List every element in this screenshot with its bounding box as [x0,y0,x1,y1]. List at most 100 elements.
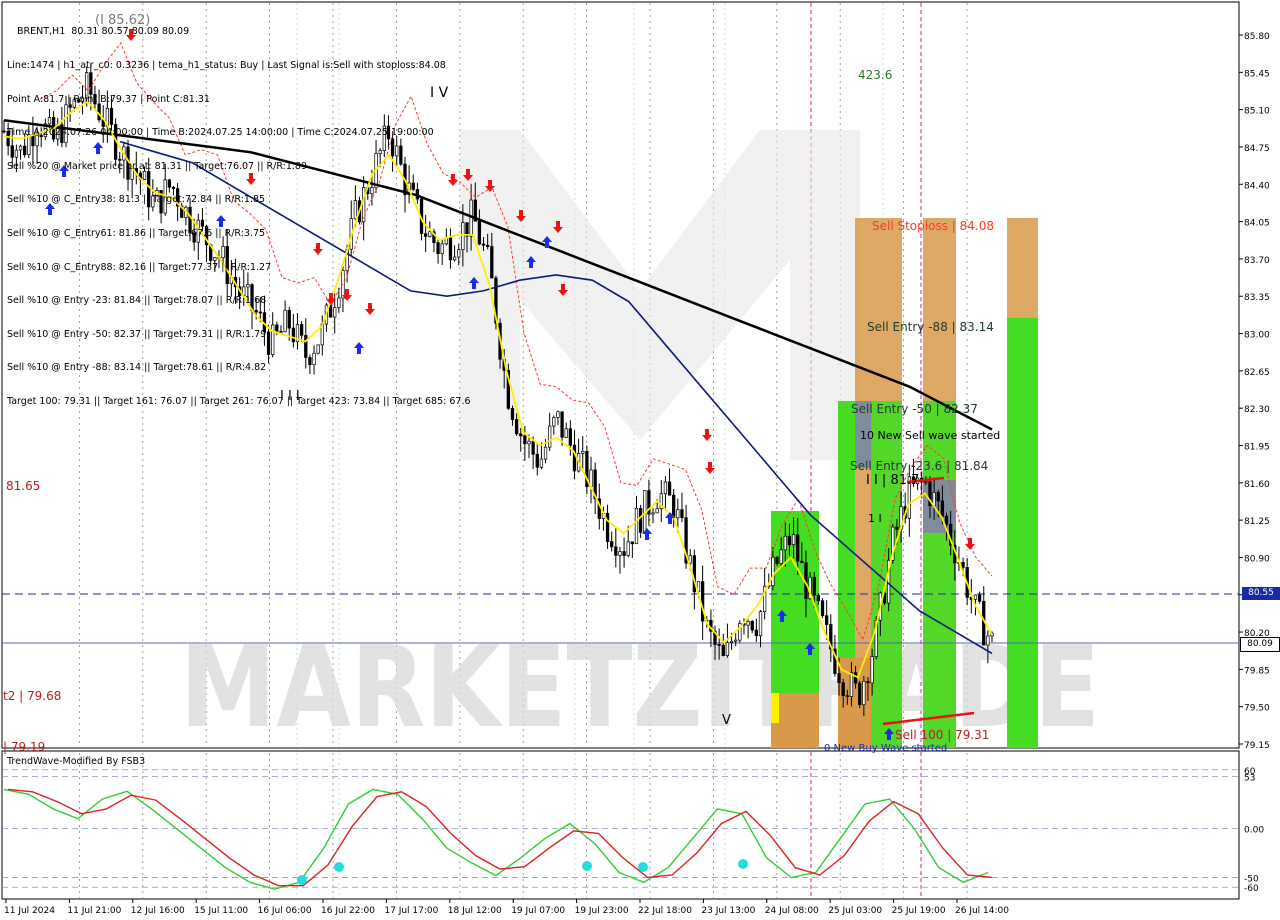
info-line: Target 100: 79.31 || Target 161: 76.07 |… [7,395,471,407]
candle-body [729,640,734,643]
candle-body [618,551,622,556]
time-tick-label: 12 Jul 16:00 [131,906,185,916]
price-tick-label: 82.30 [1244,405,1270,415]
symbol-line: BRENT,H1 80.31 80.57 80.09 80.09 [17,26,190,38]
candle-body [750,620,754,631]
info-line: Sell %10 @ Entry -50: 82.37 || Target:79… [7,328,267,340]
wave-top-label: 423.6 [858,68,892,82]
candle-body [481,243,486,246]
candle-body [783,535,787,551]
time-tick-label: 15 Jul 11:00 [194,906,248,916]
price-tick-label: 81.95 [1244,442,1270,452]
price-tick-label: 83.00 [1244,331,1270,341]
time-tick-label: 25 Jul 03:00 [828,906,882,916]
wave-i-label: 1 I [868,512,882,525]
candle-body [866,680,870,684]
candle-body [610,541,614,548]
candle-body [663,481,668,495]
price-tick-label: 79.85 [1244,666,1270,676]
sell-stoploss-label: Sell Stoploss | 84.08 [872,219,994,233]
candle-body [477,220,482,245]
info-line: Sell %10 @ C_Entry38: 81.3 || Target:72.… [7,194,266,206]
price-tick-label: 79.15 [1244,741,1270,751]
candle-body [758,611,763,637]
candle-body [634,508,639,545]
candle-body [523,435,527,445]
dashed-level-tag: 80.55 [1242,587,1280,600]
oscillator-dot [638,862,648,872]
price-tick-label: 83.35 [1244,293,1270,303]
price-tick-label: 83.70 [1244,256,1270,266]
info-line: Point A:81.7 | Point B:79.37 | Point C:8… [7,93,210,105]
current-price-tag: 80.09 [1240,637,1280,652]
price-tick-label: 84.05 [1244,219,1270,229]
candle-body [572,444,577,472]
candle-body [725,642,730,656]
left-level-2: t2 | 79.68 [3,689,61,703]
candle-body [800,560,804,564]
candle-body [944,515,949,525]
info-panel: BRENT,H1 80.31 80.57 80.09 80.09 Line:14… [7,4,471,418]
candle-body [870,656,874,684]
info-line: Sell %20 @ Market price or at: 81.31 || … [7,160,308,172]
price-tick-label: 81.60 [1244,480,1270,490]
candle-body [543,446,548,460]
candle-body [568,428,572,446]
candle-body [845,695,849,698]
candle-body [486,244,490,247]
candle-body [552,417,556,427]
wave-v-label: V [722,713,731,728]
candle-body [862,680,866,706]
candle-body [820,600,825,617]
oscillator-dot [738,859,748,869]
candle-body [680,509,684,519]
info-line: Sell %10 @ Entry -23: 81.84 || Target:78… [7,295,267,307]
candle-body [560,411,564,438]
candle-body [490,246,494,279]
candle-body [734,639,738,642]
time-tick-label: 18 Jul 12:00 [448,906,502,916]
time-tick-label: 16 Jul 06:00 [258,906,312,916]
time-tick-label: 19 Jul 23:00 [575,906,629,916]
candle-body [824,615,829,625]
price-tick-label: 84.40 [1244,181,1270,191]
candle-body [630,541,635,545]
candle-body [837,673,841,684]
green-zone [923,401,956,748]
candle-body [936,492,940,502]
candle-body [961,562,965,568]
oscillator-tick-label: 53 [1244,774,1255,784]
info-line: Sell %10 @ C_Entry88: 82.16 || Target:77… [7,261,272,273]
time-tick-label: 25 Jul 19:00 [892,906,946,916]
candle-body [700,581,705,622]
candle-body [849,672,854,697]
candle-body [531,440,535,455]
time-tick-label: 11 Jul 21:00 [67,906,121,916]
price-tick-label: 80.90 [1244,554,1270,564]
candle-body [519,433,523,437]
candle-body [812,576,816,596]
candle-body [940,500,945,517]
oscillator-tick-label: -50 [1244,874,1259,884]
price-tick-label: 79.50 [1244,704,1270,714]
indicator-title: TrendWave-Modified By FSB3 [6,756,145,767]
candle-body [510,408,515,420]
oscillator-dot [297,875,307,885]
candle-body [527,440,531,445]
new-sell-wave-label: 10 New Sell wave started [860,429,1000,442]
candle-body [581,450,585,454]
time-tick-label: 16 Jul 22:00 [321,906,375,916]
oscillator-tick-label: 0.00 [1244,826,1264,836]
price-tick-label: 85.45 [1244,69,1270,79]
candle-body [614,546,618,556]
candle-body [605,512,610,542]
candle-body [787,535,792,545]
time-tick-label: 11 Jul 2024 [4,906,55,916]
price-tick-label: 85.80 [1244,32,1270,42]
price-tick-label: 81.25 [1244,517,1270,527]
price-tick-label: 82.65 [1244,368,1270,378]
candle-body [651,512,655,515]
info-line: Sell %10 @ C_Entry61: 81.86 || Target:67… [7,227,266,239]
candle-body [754,629,759,637]
sell-entry-88-label: Sell Entry -88 | 83.14 [867,320,994,334]
